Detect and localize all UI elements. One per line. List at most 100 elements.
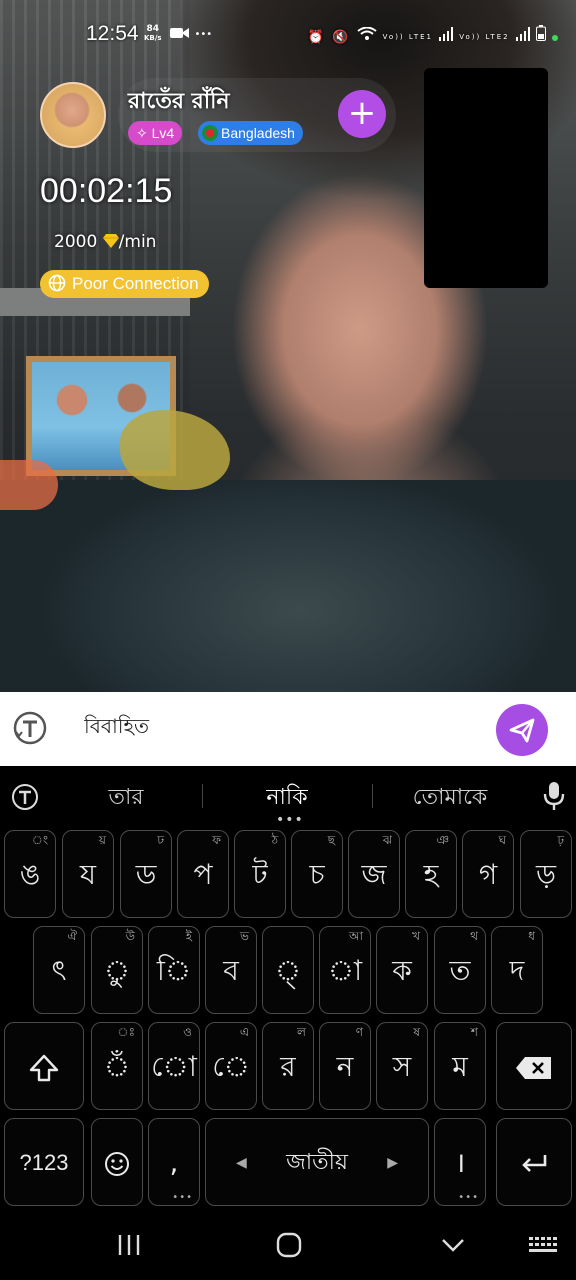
emoji-key[interactable] [91,1118,143,1206]
key[interactable]: ং ঙ [4,830,56,918]
key-hint: ঝ [382,833,392,847]
send-button[interactable] [496,704,548,756]
key[interactable]: ওো [148,1022,200,1110]
key[interactable]: ণন [319,1022,371,1110]
follow-button[interactable]: + [338,90,386,138]
key-label: জ [361,858,387,891]
microphone-icon[interactable] [540,780,568,812]
key[interactable]: ফপ [177,830,229,918]
status-icons: ⏰ 🔇 Vo)) LTE1 Vo)) LTE2 [308,25,558,45]
translate-icon[interactable] [12,710,48,746]
key[interactable]: ্ [262,926,314,1014]
home-icon[interactable] [276,1232,302,1258]
floating-bubble[interactable] [0,460,58,510]
key[interactable]: ঞহ [405,830,457,918]
video-subject-scarf [120,410,230,490]
mute-icon: 🔇 [332,30,351,45]
globe-icon [48,274,66,292]
key[interactable]: ঝজ [348,830,400,918]
bangladesh-flag-icon [202,125,218,141]
key-hint: ঘ [498,833,506,847]
key-hint: থ [470,929,478,943]
key[interactable]: এে [205,1022,257,1110]
enter-icon [522,1155,547,1172]
key[interactable]: ঢ় ড় [520,830,572,918]
key-hint: খ [412,929,420,943]
host-name: রাতেঁর রাঁনি [128,89,230,114]
period-key[interactable]: । ••• [434,1118,486,1206]
network-speed-value: 84 [146,24,159,34]
self-camera-preview[interactable] [424,68,548,288]
suggestion-divider [202,784,203,808]
more-dots-icon: ••• [172,1192,193,1203]
key-label: য [79,858,97,891]
key-hint: ছ [327,833,335,847]
key[interactable]: ভব [205,926,257,1014]
key-label: প [193,858,213,891]
key[interactable]: ধদ [491,926,543,1014]
enter-key[interactable] [496,1118,572,1206]
space-right-arrow-icon: ▶ [387,1155,398,1171]
key[interactable]: আা [319,926,371,1014]
key-hint: শ [470,1025,478,1039]
key-label: ম [452,1050,468,1083]
suggestion-3[interactable]: তোমাকে [400,780,500,817]
hide-keyboard-icon[interactable] [440,1232,466,1258]
more-suggestions-icon[interactable]: ••• [276,812,304,828]
key[interactable]: য় য [62,830,114,918]
key-label: ড় [536,858,556,891]
message-input-bar [0,692,576,766]
more-notifications-icon: ••• [194,29,213,40]
key[interactable]: ঐৎ [33,926,85,1014]
key-hint: ঢ [157,833,164,847]
key[interactable]: ঠট [234,830,286,918]
connection-status-badge: Poor Connection [40,270,209,298]
host-avatar[interactable] [40,82,106,148]
key-label: ে [212,1050,250,1083]
message-input[interactable] [84,708,464,748]
keyboard-translate-icon[interactable] [10,782,40,812]
key[interactable]: লর [262,1022,314,1110]
network-speed: 84 KB/s [144,25,161,43]
video-subject-dress [0,480,576,692]
shift-icon [29,1054,59,1082]
key[interactable]: ঢড [120,830,172,918]
keyboard: তার নাকি ••• তোমাকে ং ঙ য় য ঢড ফপ ঠট ছচ ঝ… [0,766,576,1214]
key[interactable]: শম [434,1022,486,1110]
symbols-key[interactable]: ?123 [4,1118,84,1206]
comma-key[interactable]: , ••• [148,1118,200,1206]
key[interactable]: খক [376,926,428,1014]
send-icon [509,718,535,743]
suggestion-divider [372,784,373,808]
key-label: দ [509,954,525,987]
key[interactable]: ঘগ [462,830,514,918]
space-key[interactable]: ◀ জাতীয় ▶ [205,1118,429,1206]
key-label: ট [252,858,268,891]
backspace-key[interactable] [496,1022,572,1110]
backspace-icon [516,1057,551,1079]
keyboard-switch-icon[interactable] [528,1232,558,1258]
key-hint: ঃ [117,1025,135,1039]
key-hint: উ [125,929,135,943]
recent-apps-icon[interactable] [116,1232,142,1258]
key[interactable]: ষস [376,1022,428,1110]
key[interactable]: থত [434,926,486,1014]
key-hint: ধ [528,929,535,943]
key-label: ব [223,954,239,987]
key[interactable]: ইি [148,926,200,1014]
status-time: 12:54 [86,22,139,45]
sim1-label: Vo)) LTE1 [382,33,433,41]
key-label: , [169,1146,179,1179]
more-dots-icon: ••• [458,1192,479,1203]
key-label: চ [309,858,325,891]
key[interactable]: উু [91,926,143,1014]
key-label: ি [156,954,192,987]
key-hint: ই [185,929,192,943]
status-bar: 12:54 84 KB/s ••• ⏰ 🔇 Vo)) LTE1 Vo)) LTE… [0,0,576,70]
key[interactable]: ঃঁ [91,1022,143,1110]
key-label: । [454,1146,466,1179]
suggestion-1[interactable]: তার [84,780,168,817]
signal-icon-2 [515,27,530,41]
key[interactable]: ছচ [291,830,343,918]
shift-key[interactable] [4,1022,84,1110]
